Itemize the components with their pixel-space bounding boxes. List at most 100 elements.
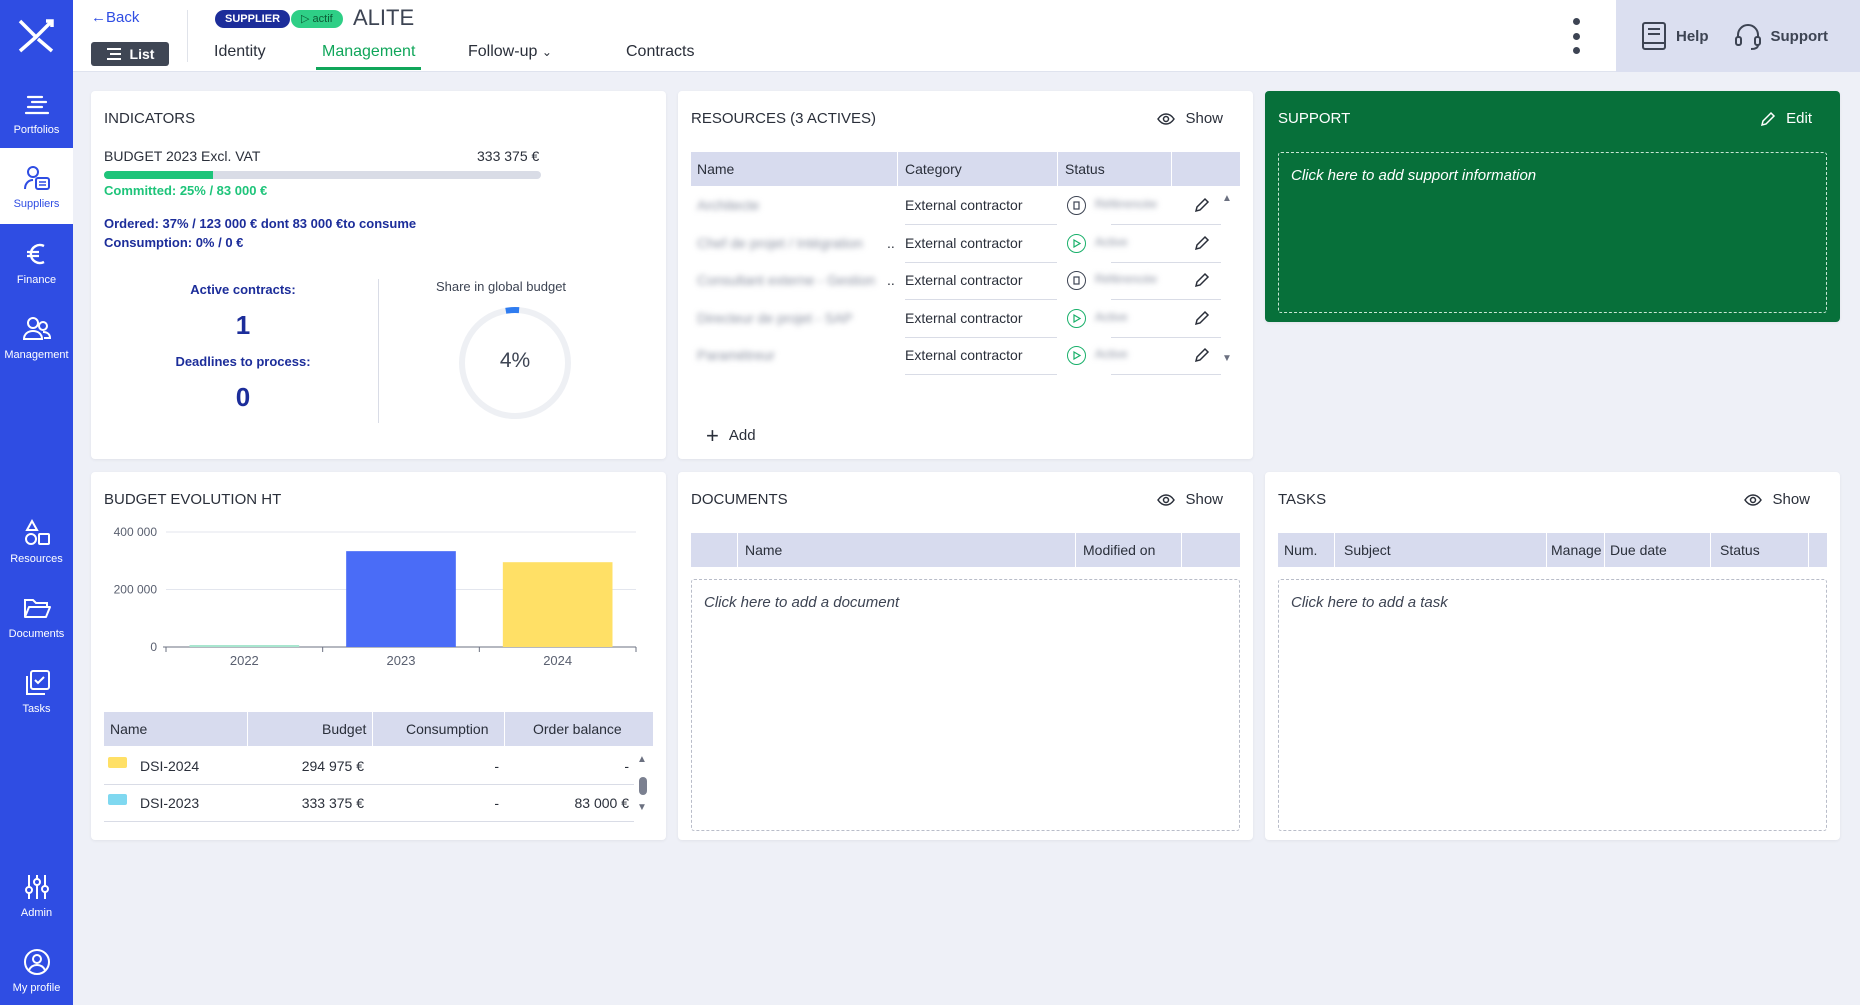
column-header-modified-on[interactable]: Modified on [1083, 542, 1155, 558]
resource-name: Consultant externe - Gestion [697, 272, 876, 288]
resource-status: Active [1095, 347, 1128, 361]
scroll-up-arrow[interactable]: ▲ [1222, 193, 1232, 204]
edit-pencil-icon[interactable] [1194, 310, 1210, 329]
card-title: INDICATORS [104, 110, 196, 127]
card-title: BUDGET EVOLUTION HT [104, 491, 282, 508]
edit-pencil-icon[interactable] [1194, 272, 1210, 291]
table-row[interactable]: Directeur de projet - SAP External contr… [691, 301, 1240, 338]
edit-pencil-icon[interactable] [1194, 347, 1210, 366]
column-header-consumption[interactable]: Consumption [406, 721, 489, 737]
tasks-placeholder: Click here to add a task [1291, 594, 1448, 611]
column-header-name[interactable]: Name [745, 542, 782, 558]
show-label: Show [1185, 110, 1223, 127]
budget-value: 333 375 € [477, 148, 540, 164]
column-header-name[interactable]: Name [110, 721, 147, 737]
table-row[interactable]: Chef de projet / Intégration .. External… [691, 226, 1240, 263]
show-button[interactable]: Show [1744, 491, 1810, 508]
tab-contracts[interactable]: Contracts [620, 43, 700, 67]
scroll-down-arrow[interactable]: ▼ [1222, 353, 1232, 364]
x-tick-label: 2023 [387, 653, 416, 668]
tab-identity[interactable]: Identity [208, 43, 272, 67]
committed-text: Committed: 25% / 83 000 € [104, 183, 268, 198]
tab-follow-up[interactable]: Follow-up ⌄ [462, 43, 558, 67]
table-row[interactable]: Consultant externe - Gestion .. External… [691, 263, 1240, 300]
table-row[interactable]: Paramétreur External contractor Active [691, 338, 1240, 375]
show-label: Show [1185, 491, 1223, 508]
resource-name: Directeur de projet - SAP [697, 309, 853, 326]
sidebar-item-portfolios[interactable]: Portfolios [0, 76, 73, 148]
edit-button[interactable]: Edit [1760, 110, 1812, 127]
add-resource-button[interactable]: + Add [706, 424, 756, 446]
sidebar-item-tasks[interactable]: Tasks [0, 655, 73, 727]
edit-pencil-icon[interactable] [1194, 235, 1210, 254]
deadlines-label: Deadlines to process: [175, 354, 311, 369]
show-button[interactable]: Show [1157, 491, 1223, 508]
sidebar-item-my-profile[interactable]: My profile [0, 934, 73, 1005]
scroll-up-arrow[interactable]: ▲ [637, 754, 647, 765]
play-circle-icon [1067, 233, 1086, 253]
documents-table-header: Name Modified on [691, 533, 1240, 567]
list-button[interactable]: List [91, 42, 169, 66]
help-label: Help [1676, 27, 1709, 45]
edit-pencil-icon[interactable] [1194, 197, 1210, 216]
table-row[interactable]: DSI-2023 333 375 € - 83 000 € [104, 785, 634, 822]
column-header-status[interactable]: Status [1065, 161, 1105, 177]
sidebar-item-label: Resources [10, 552, 63, 565]
deadlines-value[interactable]: 0 [153, 382, 333, 413]
budget-bar-chart: 0 200 000 400 000 2022 2023 2024 [114, 525, 637, 668]
column-header-category[interactable]: Category [905, 161, 962, 177]
logo-icon [18, 19, 54, 53]
euro-icon [26, 243, 45, 264]
active-contracts-label: Active contracts: [190, 282, 296, 297]
show-button[interactable]: Show [1157, 110, 1223, 127]
sliders-icon [24, 874, 49, 899]
tab-management[interactable]: Management [316, 43, 422, 70]
sidebar-item-finance[interactable]: Finance [0, 226, 73, 298]
sidebar-item-management[interactable]: Management [0, 301, 73, 373]
app-logo[interactable] [0, 0, 73, 72]
column-header-status[interactable]: Status [1720, 542, 1760, 558]
column-header-due-date[interactable]: Due date [1610, 542, 1667, 558]
column-header-order-balance[interactable]: Order balance [533, 721, 622, 737]
show-label: Show [1772, 491, 1810, 508]
legend-swatch [108, 757, 127, 768]
table-row[interactable]: Architecte External contractor Référencé… [691, 188, 1240, 225]
resource-name: Chef de projet / Intégration [697, 234, 863, 251]
column-header-manager[interactable]: Manage [1551, 542, 1602, 558]
eye-icon [1157, 112, 1176, 125]
documents-drop-area[interactable]: Click here to add a document [691, 579, 1240, 831]
help-button[interactable]: Help [1640, 21, 1709, 51]
bar-2024[interactable] [502, 562, 613, 647]
sidebar-item-label: My profile [12, 981, 61, 994]
column-header-name[interactable]: Name [697, 161, 734, 177]
sidebar-item-label: Portfolios [13, 123, 60, 136]
column-header-subject[interactable]: Subject [1344, 542, 1391, 558]
bar-2022[interactable] [189, 645, 300, 647]
budget-name: DSI-2024 [140, 758, 200, 774]
tasks-icon [25, 669, 50, 695]
card-title: DOCUMENTS [691, 491, 788, 508]
bar-2023[interactable] [346, 551, 456, 647]
user-circle-icon [23, 948, 50, 975]
budget-table-header: Name Budget Consumption Order balance [104, 712, 653, 746]
status-badge: ▷ actif [291, 10, 343, 28]
support-info-area[interactable]: Click here to add support information [1278, 152, 1827, 313]
active-contracts-value[interactable]: 1 [153, 310, 333, 341]
support-button[interactable]: Support [1733, 21, 1828, 51]
share-value: 4% [499, 349, 531, 372]
sidebar-item-admin[interactable]: Admin [0, 859, 73, 931]
more-options-button[interactable] [1571, 18, 1581, 54]
sidebar-item-documents[interactable]: Documents [0, 580, 73, 652]
back-link[interactable]: ←Back [91, 9, 139, 26]
budget-label: BUDGET 2023 Excl. VAT [104, 148, 261, 164]
sidebar-item-suppliers[interactable]: Suppliers [0, 148, 73, 224]
tasks-drop-area[interactable]: Click here to add a task [1278, 579, 1827, 831]
column-header-budget[interactable]: Budget [322, 721, 366, 737]
table-row[interactable]: DSI-2024 294 975 € - - [104, 748, 634, 785]
column-header-num[interactable]: Num. [1284, 542, 1317, 558]
scroll-down-arrow[interactable]: ▼ [637, 802, 647, 813]
book-icon [1642, 22, 1666, 50]
scrollbar-thumb[interactable] [639, 777, 647, 795]
help-area: Help Support [1616, 0, 1860, 72]
sidebar-item-resources[interactable]: Resources [0, 505, 73, 577]
